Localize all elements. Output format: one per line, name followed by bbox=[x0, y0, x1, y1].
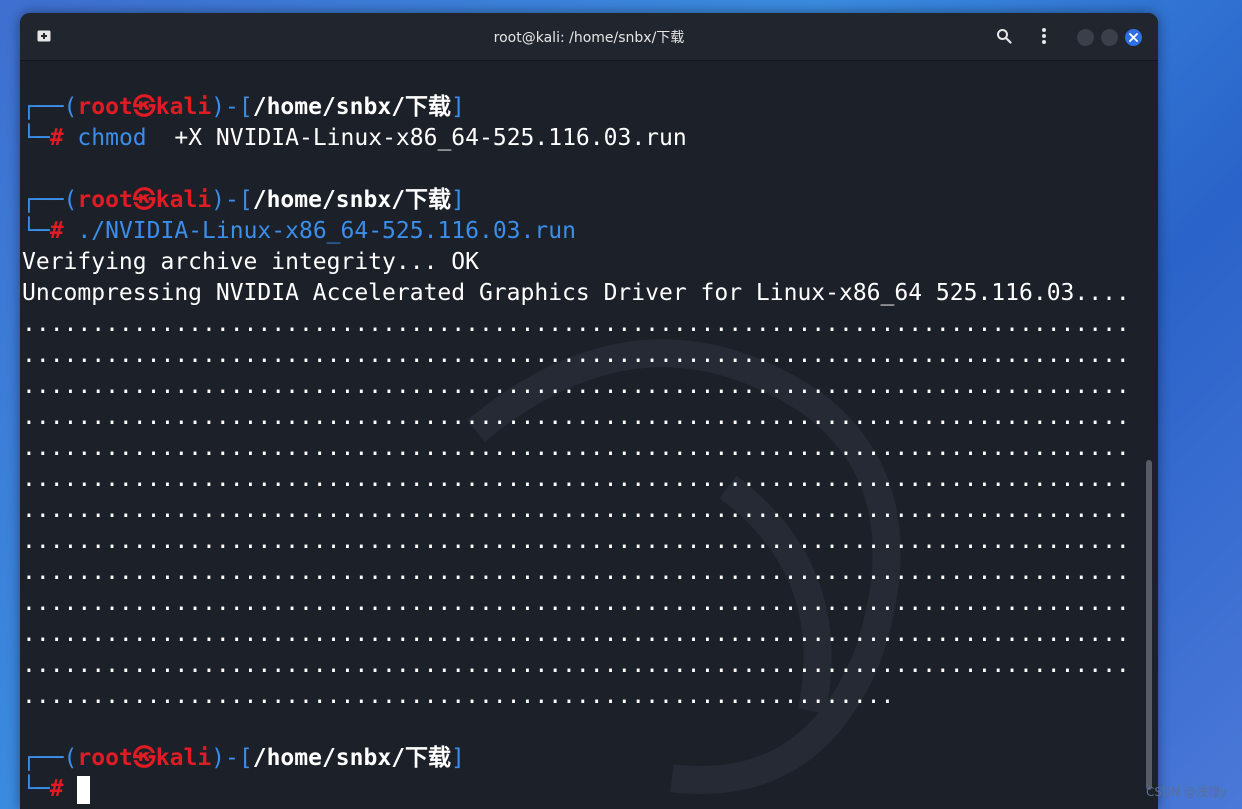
terminal-window: root@kali: /home/snbx/下载 ┌──(root㉿kali)-… bbox=[20, 13, 1158, 809]
prompt-line: ┌──(root㉿kali)-[/home/snbx/下载] bbox=[22, 187, 465, 213]
command-args: +X NVIDIA-Linux-x86_64-525.116.03.run bbox=[146, 125, 687, 151]
text-cursor bbox=[77, 775, 91, 804]
close-icon bbox=[1129, 33, 1138, 42]
output-line: Verifying archive integrity... OK bbox=[22, 249, 479, 275]
search-button[interactable] bbox=[991, 23, 1017, 49]
close-button[interactable] bbox=[1125, 29, 1142, 46]
minimize-button[interactable] bbox=[1077, 29, 1094, 46]
title-bar: root@kali: /home/snbx/下载 bbox=[20, 13, 1158, 61]
output-line: Uncompressing NVIDIA Accelerated Graphic… bbox=[22, 280, 1130, 306]
progress-dots-line: ........................................… bbox=[22, 683, 895, 709]
progress-dots-line: ........................................… bbox=[22, 497, 1130, 523]
active-command-line[interactable]: └─# bbox=[22, 774, 91, 805]
progress-dots-line: ........................................… bbox=[22, 404, 1130, 430]
progress-dots-line: ........................................… bbox=[22, 435, 1130, 461]
command-name: ./NVIDIA-Linux-x86_64-525.116.03.run bbox=[77, 218, 576, 244]
progress-dots-line: ........................................… bbox=[22, 652, 1130, 678]
prompt-line: ┌──(root㉿kali)-[/home/snbx/下载] bbox=[22, 94, 465, 120]
progress-dots-line: ........................................… bbox=[22, 621, 1130, 647]
terminal-content[interactable]: ┌──(root㉿kali)-[/home/snbx/下载] └─# chmod… bbox=[22, 61, 1142, 809]
progress-dots-line: ........................................… bbox=[22, 466, 1130, 492]
progress-dots-line: ........................................… bbox=[22, 342, 1130, 368]
progress-dots-line: ........................................… bbox=[22, 559, 1130, 585]
kebab-menu-icon bbox=[1042, 28, 1046, 44]
window-title: root@kali: /home/snbx/下载 bbox=[493, 30, 685, 46]
scrollbar[interactable] bbox=[1146, 460, 1152, 790]
progress-dots-line: ........................................… bbox=[22, 311, 1130, 337]
progress-dots-line: ........................................… bbox=[22, 590, 1130, 616]
command-line: └─# chmod +X NVIDIA-Linux-x86_64-525.116… bbox=[22, 125, 687, 151]
command-name: chmod bbox=[77, 125, 147, 151]
progress-dots-line: ........................................… bbox=[22, 373, 1130, 399]
csdn-watermark: CSDN @浅瞳y bbox=[1146, 785, 1228, 799]
maximize-button[interactable] bbox=[1101, 29, 1118, 46]
progress-dots-line: ........................................… bbox=[22, 528, 1130, 554]
search-icon bbox=[997, 29, 1012, 44]
command-line: └─# ./NVIDIA-Linux-x86_64-525.116.03.run bbox=[22, 218, 576, 244]
prompt-line: ┌──(root㉿kali)-[/home/snbx/下载] bbox=[22, 745, 465, 771]
menu-button[interactable] bbox=[1031, 23, 1057, 49]
